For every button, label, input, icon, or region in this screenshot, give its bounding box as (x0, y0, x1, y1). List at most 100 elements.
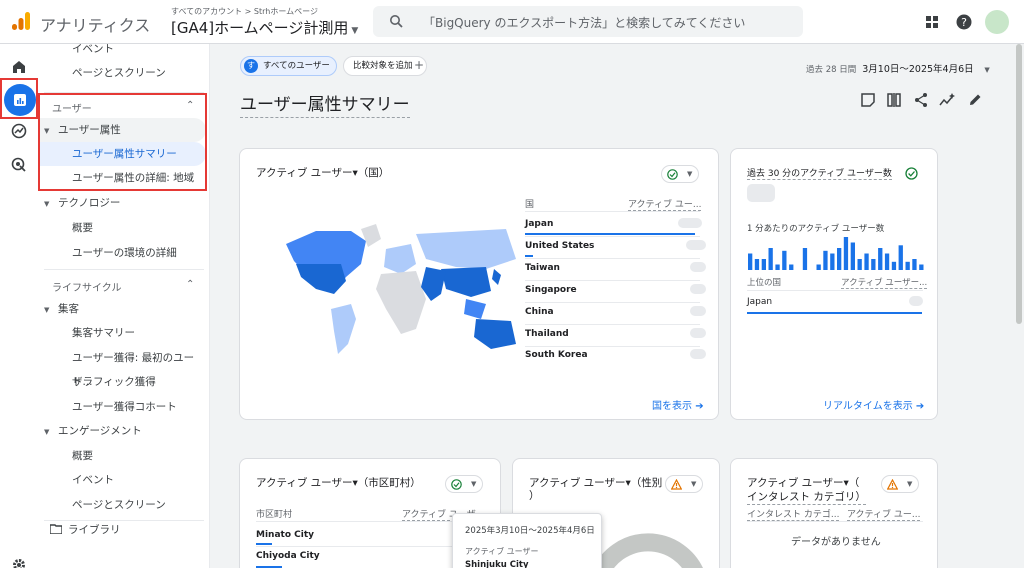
realtime-bar (782, 250, 787, 270)
nav-section-lifecycle[interactable]: ライフサイクル ⌃ (52, 279, 202, 294)
blurred-value (690, 349, 706, 359)
avatar[interactable] (985, 10, 1009, 34)
chevron-down-icon: ▼ (687, 170, 693, 178)
nav-item-acq-user[interactable]: ユーザー獲得: 最初のユーザ... (38, 346, 206, 388)
realtime-title[interactable]: 過去 30 分のアクティブ ユーザー数 (747, 166, 892, 180)
divider (525, 302, 700, 303)
realtime-bar (919, 264, 924, 270)
interest-users-col-header[interactable]: アクティブ ユー... (847, 507, 921, 521)
compare-columns-icon[interactable] (886, 92, 902, 108)
nav-item-acq-traffic[interactable]: トラフィック獲得 (38, 370, 206, 394)
city-card-title[interactable]: アクティブ ユーザー▾（市区町村） (256, 475, 421, 490)
search-input[interactable]: 「BigQuery のエクスポート方法」と検索してみてください (373, 6, 803, 37)
interest-card-title-dim[interactable]: インタレスト カテゴリ） (747, 489, 866, 505)
divider (525, 211, 700, 212)
city-card-options[interactable]: ▼ (445, 475, 483, 493)
divider (525, 258, 700, 259)
settings-gear-icon[interactable] (10, 556, 28, 568)
nav-item-eng-pages[interactable]: ページとスクリーン (38, 493, 206, 517)
interest-card-options[interactable]: ▼ (881, 475, 919, 493)
check-circle-icon (905, 167, 918, 180)
nav-item-library[interactable]: ライブラリ (38, 518, 206, 542)
property-name: [GA4]ホームページ計測用 (171, 19, 349, 37)
blurred-value (690, 328, 706, 338)
page-scrollbar[interactable] (1016, 44, 1022, 324)
gender-donut (593, 533, 703, 568)
realtime-bar (748, 253, 753, 270)
realtime-bar (850, 242, 855, 270)
nav-item-technology[interactable]: ▼ テクノロジー (38, 191, 206, 215)
blurred-value (690, 306, 706, 316)
nav-item-acq-cohort[interactable]: ユーザー獲得コホート (38, 395, 206, 419)
nav-item-acq-summary[interactable]: 集客サマリー (38, 321, 206, 345)
nav-item-events-top[interactable]: イベント (38, 37, 206, 61)
gender-card-title[interactable]: アクティブ ユーザー▾（性別 (529, 475, 662, 490)
country-card-options[interactable]: ▼ (661, 165, 699, 183)
breadcrumb[interactable]: すべてのアカウント > Strhホームページ (171, 6, 318, 17)
divider (525, 280, 700, 281)
explore-icon[interactable] (10, 122, 28, 140)
nav-item-library-label: ライブラリ (68, 524, 121, 536)
nav-item-acquisition[interactable]: ▼ 集客 (38, 297, 206, 321)
view-countries-link[interactable]: 国を表示 ➔ (652, 397, 704, 412)
plus-icon: + (414, 58, 425, 72)
country-row-2: United States (525, 241, 595, 251)
date-range-value: 3月10日～2025年4月6日 (862, 64, 974, 75)
check-circle-icon (451, 479, 462, 490)
divider (747, 521, 923, 522)
realtime-users-col[interactable]: アクティブ ユーザー... (841, 276, 928, 289)
edit-pencil-icon[interactable] (967, 92, 983, 108)
chevron-down-icon: ▼ (351, 26, 359, 36)
interest-col-header[interactable]: インタレスト カテゴ... (747, 507, 840, 521)
country-row-1: Japan (525, 219, 554, 229)
arrow-right-icon: ➔ (915, 401, 925, 412)
nav-item-tech-overview[interactable]: 概要 (38, 216, 206, 240)
realtime-bar (761, 259, 766, 270)
blurred-value (747, 184, 775, 202)
world-map (286, 224, 516, 354)
apps-grid-icon[interactable] (923, 13, 941, 31)
nav-item-eng-overview[interactable]: 概要 (38, 444, 206, 468)
search-placeholder: 「BigQuery のエクスポート方法」と検索してみてください (423, 16, 746, 30)
realtime-bar (898, 245, 903, 270)
home-icon[interactable] (10, 58, 28, 76)
realtime-bar-chart (748, 237, 924, 270)
analytics-logo-icon[interactable] (10, 10, 32, 32)
date-range-picker[interactable]: 過去 28 日間 3月10日～2025年4月6日 ▼ (806, 61, 990, 75)
realtime-bar (884, 253, 890, 270)
tooltip-date: 2025年3月10日～2025年4月6日 (465, 526, 595, 536)
advertising-icon[interactable] (10, 156, 28, 174)
segment-badge: す (244, 59, 258, 73)
realtime-bar (754, 259, 760, 270)
nav-item-eng-events[interactable]: イベント (38, 468, 206, 492)
chevron-down-icon: ▼ (471, 480, 477, 488)
check-circle-icon (667, 169, 678, 180)
chevron-down-icon: ▼ (984, 66, 990, 74)
country-card-title[interactable]: アクティブ ユーザー▾（国） (256, 165, 389, 180)
gender-card-title-close: ） (529, 490, 540, 502)
realtime-country-col: 上位の国 (747, 278, 782, 288)
nav-item-tech-env[interactable]: ユーザーの環境の詳細 (38, 241, 206, 265)
triangle-down-icon: ▼ (44, 306, 50, 314)
help-icon[interactable]: ? (955, 13, 973, 31)
interest-card: アクティブ ユーザー▾（ インタレスト カテゴリ） ▼ インタレスト カテゴ..… (730, 458, 938, 568)
interest-card-title[interactable]: アクティブ ユーザー▾（ (747, 475, 859, 490)
add-comparison-button[interactable]: 比較対象を追加 + (343, 56, 427, 76)
country-bar-1 (525, 233, 695, 235)
realtime-bar (823, 250, 828, 270)
realtime-bar (912, 259, 917, 270)
tooltip-city: Shinjuku City (465, 560, 529, 568)
country-bar-2 (525, 255, 533, 257)
per-minute-label: 1 分あたりのアクティブ ユーザー数 (747, 224, 885, 234)
country-users-col-header[interactable]: アクティブ ユー... (628, 197, 702, 211)
insights-note-icon[interactable] (860, 92, 876, 108)
gender-card-options[interactable]: ▼ (665, 475, 703, 493)
view-realtime-link[interactable]: リアルタイムを表示 ➔ (823, 397, 924, 412)
property-selector[interactable]: [GA4]ホームページ計測用 ▼ (171, 17, 358, 38)
insights-sparkle-icon[interactable] (939, 92, 955, 108)
chevron-up-icon: ⌃ (186, 279, 195, 290)
share-icon[interactable] (913, 92, 929, 108)
nav-item-engagement[interactable]: ▼ エンゲージメント (38, 419, 206, 443)
all-users-chip[interactable]: す すべてのユーザー (240, 56, 337, 76)
nav-item-pages-top[interactable]: ページとスクリーン (38, 61, 206, 85)
